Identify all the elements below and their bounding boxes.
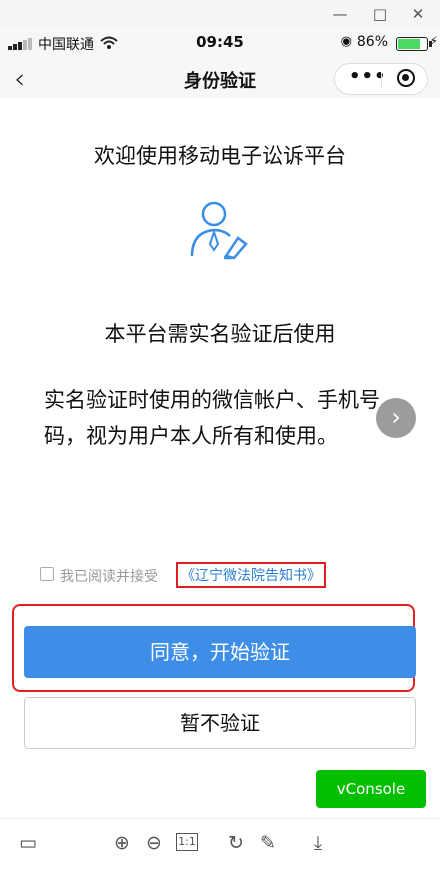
bottom-toolbar: ▭ ⊕ ⊖ 1:1 ↻ ✎ ⤓ xyxy=(0,818,440,875)
charging-icon: ⚡ xyxy=(429,34,438,48)
download-icon[interactable]: ⤓ xyxy=(304,829,332,857)
court-notice-link[interactable]: 《辽宁微法院告知书》 xyxy=(176,562,326,588)
minimize-icon[interactable]: — xyxy=(330,4,350,24)
user-verification-icon xyxy=(186,198,256,264)
agree-checkbox[interactable] xyxy=(40,567,54,581)
miniprogram-capsule: ••• xyxy=(334,63,428,95)
rotation-lock-icon: ◉ xyxy=(340,34,352,49)
panel-icon[interactable]: ▭ xyxy=(14,829,42,857)
battery-icon xyxy=(396,37,432,51)
close-icon[interactable]: ✕ xyxy=(408,4,428,24)
actual-size-icon[interactable]: 1:1 xyxy=(176,833,198,851)
agree-label: 我已阅读并接受 xyxy=(60,569,158,585)
rotate-icon[interactable]: ↻ xyxy=(222,829,250,857)
window-bar: — □ ✕ xyxy=(0,0,440,28)
capsule-divider xyxy=(381,71,382,87)
skip-verification-button[interactable]: 暂不验证 xyxy=(24,697,416,749)
realname-notice: 本平台需实名验证后使用 xyxy=(104,322,336,346)
navigation-bar: ‹ 身份验证 ••• xyxy=(0,58,440,98)
edit-icon[interactable]: ✎ xyxy=(254,829,282,857)
status-bar: 中国联通 09:45 ◉ 86% ⚡ xyxy=(0,28,440,58)
zoom-in-icon[interactable]: ⊕ xyxy=(108,829,136,857)
agree-start-verification-button[interactable]: 同意，开始验证 xyxy=(24,626,416,678)
welcome-heading: 欢迎使用移动电子讼诉平台 xyxy=(94,144,346,168)
chevron-right-icon[interactable]: › xyxy=(376,398,416,438)
battery-percent: 86% xyxy=(356,34,388,50)
verification-description: 实名验证时使用的微信帐户、手机号码，视为用户本人所有和使用。 xyxy=(44,388,380,448)
zoom-out-icon[interactable]: ⊖ xyxy=(140,829,168,857)
maximize-icon[interactable]: □ xyxy=(370,4,390,24)
vconsole-button[interactable]: vConsole xyxy=(316,770,426,808)
miniprogram-close-icon[interactable] xyxy=(397,69,415,87)
